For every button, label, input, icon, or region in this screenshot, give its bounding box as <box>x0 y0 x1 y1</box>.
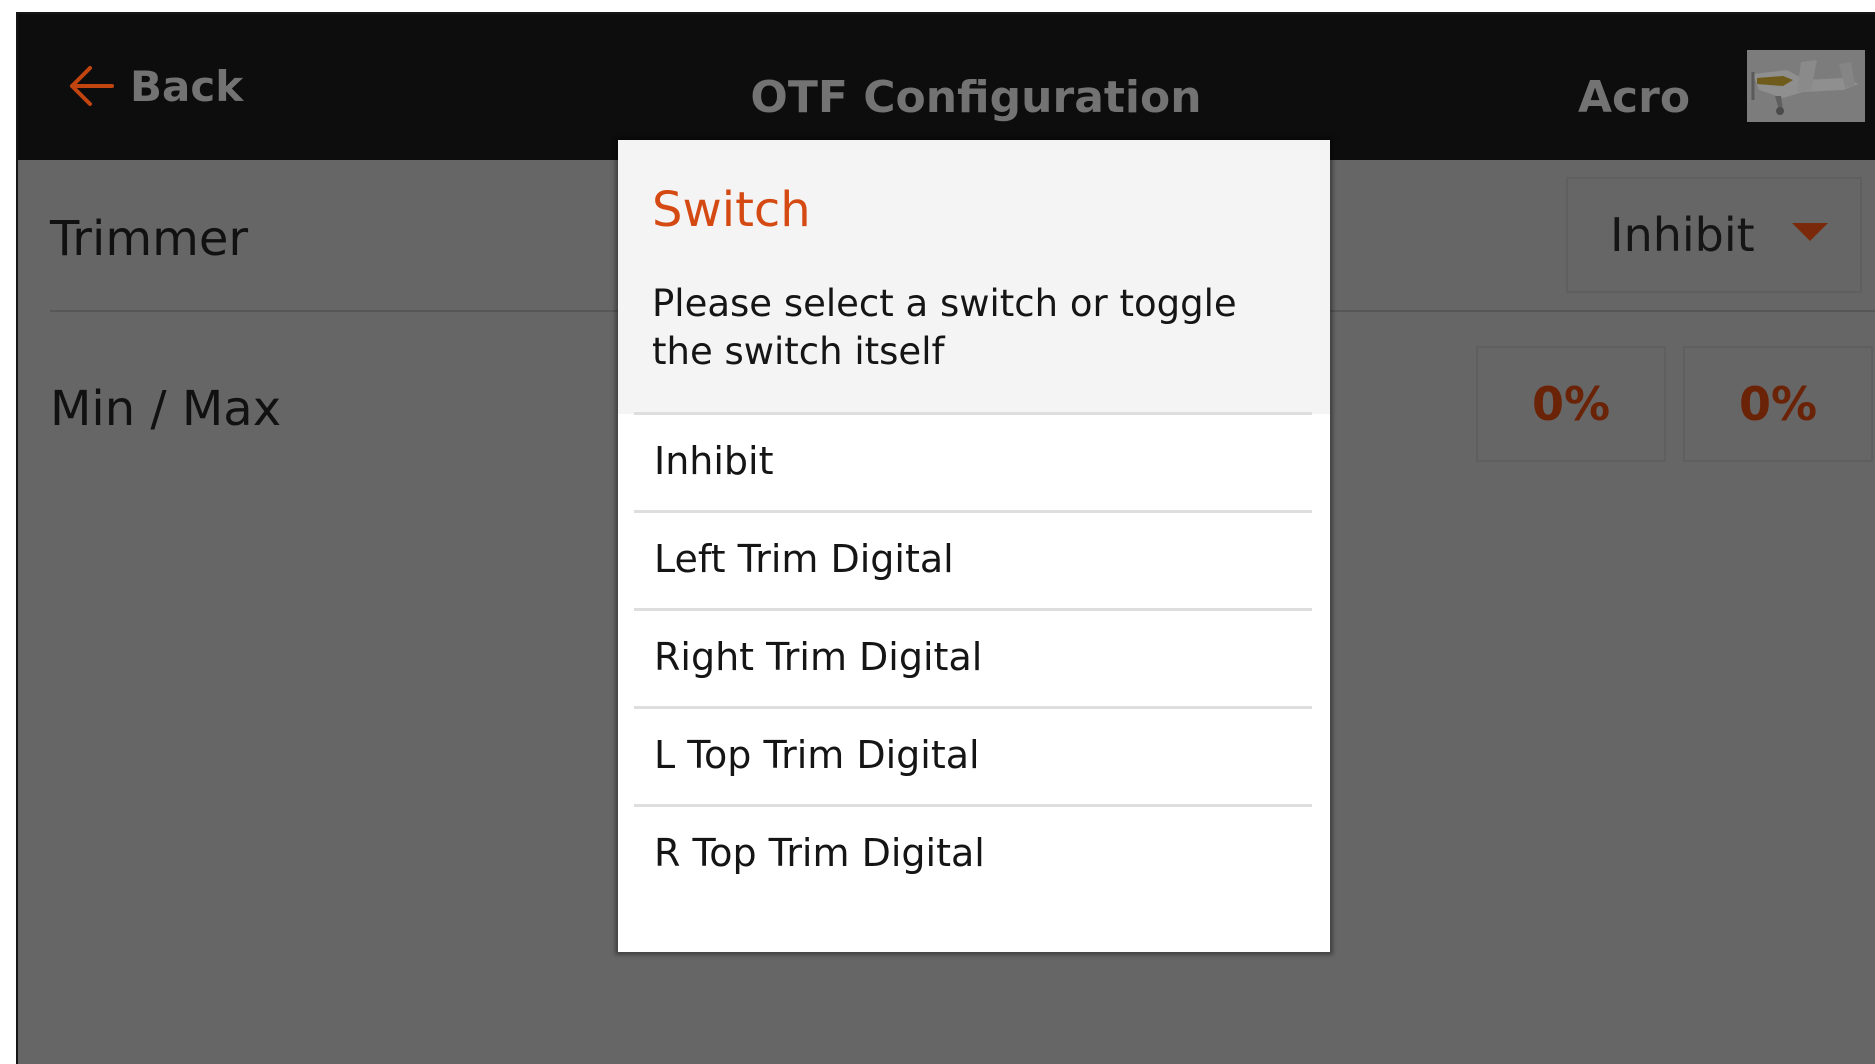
trimmer-dropdown[interactable]: Inhibit <box>1566 177 1862 293</box>
option-right-trim-digital[interactable]: Right Trim Digital <box>634 608 1312 706</box>
dialog-title: Switch <box>652 182 811 238</box>
dialog-header: Switch Please select a switch or toggle … <box>618 140 1330 414</box>
min-value-field[interactable]: 0% <box>1476 346 1666 462</box>
trimmer-selected-value: Inhibit <box>1610 208 1755 262</box>
dialog-message: Please select a switch or toggle the swi… <box>652 282 1237 373</box>
option-inhibit[interactable]: Inhibit <box>634 412 1312 510</box>
switch-option-list: Inhibit Left Trim Digital Right Trim Dig… <box>634 412 1312 902</box>
airplane-thumbnail[interactable] <box>1747 50 1865 122</box>
option-l-top-trim-digital[interactable]: L Top Trim Digital <box>634 706 1312 804</box>
top-bar: Back OTF Configuration Acro <box>18 14 1875 160</box>
option-left-trim-digital[interactable]: Left Trim Digital <box>634 510 1312 608</box>
airplane-icon <box>1747 50 1865 122</box>
model-name: Acro <box>1578 72 1691 123</box>
caret-down-icon <box>1792 223 1828 241</box>
option-r-top-trim-digital[interactable]: R Top Trim Digital <box>634 804 1312 902</box>
min-max-label: Min / Max <box>50 381 282 437</box>
app-screen: Back OTF Configuration Acro Trimmer Inhi… <box>16 12 1875 1064</box>
max-value-field[interactable]: 0% <box>1683 346 1873 462</box>
switch-select-dialog: Switch Please select a switch or toggle … <box>618 140 1330 952</box>
trimmer-label: Trimmer <box>50 211 249 267</box>
